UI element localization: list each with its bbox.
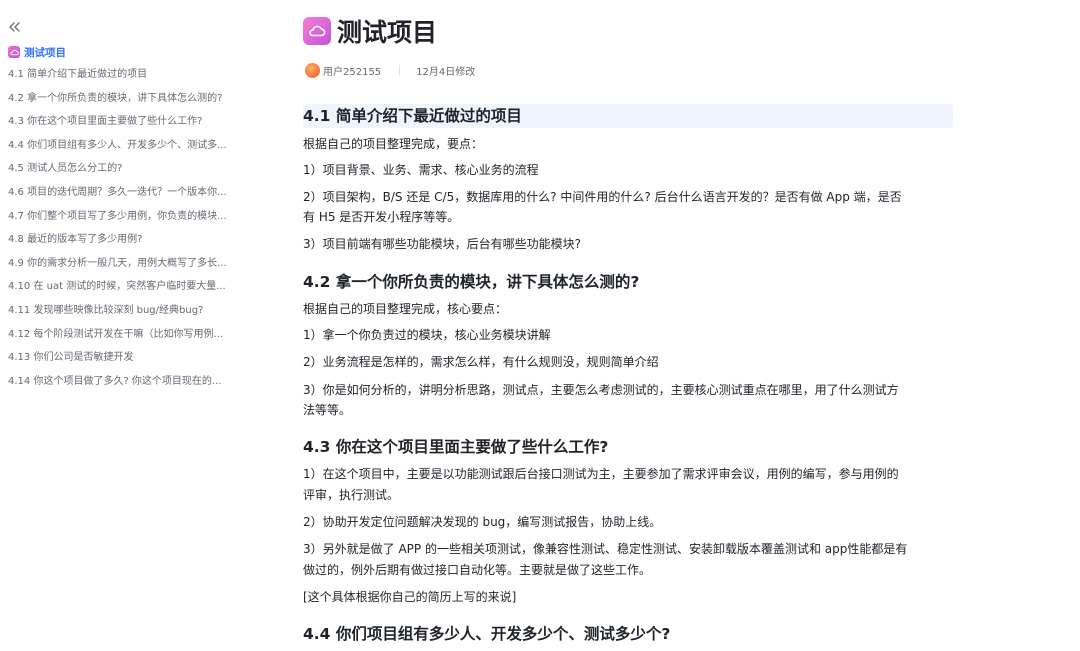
toc-item[interactable]: 4.1 简单介绍下最近做过的项目 [8,63,258,87]
toc-item[interactable]: 4.9 你的需求分析一般几天，用例大概写了多长... [8,252,258,276]
avatar[interactable] [305,62,320,78]
paragraph: 根据自己的项目整理完成，核心要点： [303,302,508,316]
toc-item[interactable]: 4.4 你们项目组有多少人、开发多少个、测试多... [8,134,258,158]
toc-item[interactable]: 4.8 最近的版本写了多少用例? [8,228,258,252]
heading-4-1: 4.1 简单介绍下最近做过的项目 [303,104,953,128]
toc-root-item[interactable]: 测试项目 [8,44,66,60]
heading-4-2: 4.2 拿一个你所负责的模块，讲下具体怎么测的? [303,273,640,291]
paragraph: 2）业务流程是怎样的，需求怎么样，有什么规则没，规则简单介绍 [303,355,659,369]
paragraph: 3）项目前端有哪些功能模块，后台有哪些功能模块? [303,237,582,251]
toc-item[interactable]: 4.14 你这个项目做了多久? 你这个项目现在的... [8,370,258,394]
paragraph: 根据自己的项目整理完成，要点： [303,137,484,151]
divider [399,65,401,75]
paragraph: 法等等。 [303,403,352,417]
toc-sidebar: 测试项目 4.1 简单介绍下最近做过的项目 4.2 拿一个你所负责的模块，讲下具… [0,0,262,651]
paragraph: 2）协助开发定位问题解决发现的 bug，编写测试报告，协助上线。 [303,515,662,529]
toc-item[interactable]: 4.2 拿一个你所负责的模块，讲下具体怎么测的? [8,87,258,111]
document-body: 测试项目 用户252155 12月4日修改 4.1 简单介绍下最近做过的项目 根… [303,0,953,651]
toc-list: 4.1 简单介绍下最近做过的项目 4.2 拿一个你所负责的模块，讲下具体怎么测的… [8,63,258,393]
paragraph: 1）拿一个你负责过的模块，核心业务模块讲解 [303,328,551,342]
paragraph: 1）项目背景、业务、需求、核心业务的流程 [303,163,539,177]
doc-meta: 用户252155 12月4日修改 [305,62,475,78]
heading-4-3: 4.3 你在这个项目里面主要做了些什么工作? [303,438,609,456]
page-title: 测试项目 [337,18,438,47]
cloud-icon [8,46,20,58]
author-name[interactable]: 用户252155 [323,63,381,78]
paragraph: [这个具体根据你自己的简历上写的来说] [303,590,517,604]
paragraph: 做过的，例外后期有做过接口自动化等。主要就是做了这些工作。 [303,563,652,577]
toc-item[interactable]: 4.3 你在这个项目里面主要做了些什么工作? [8,110,258,134]
cloud-icon[interactable] [303,17,331,45]
double-chevron-left-icon[interactable] [7,20,21,34]
toc-item[interactable]: 4.10 在 uat 测试的时候，突然客户临时要大量... [8,275,258,299]
toc-root-label: 测试项目 [24,46,66,59]
toc-item[interactable]: 4.7 你们整个项目写了多少用例，你负责的模块... [8,205,258,229]
toc-item[interactable]: 4.13 你们公司是否敏捷开发 [8,346,258,370]
paragraph: 评审，执行测试。 [303,488,400,502]
title-row: 测试项目 [303,14,437,48]
toc-item[interactable]: 4.11 发现哪些映像比较深刻 bug/经典bug? [8,299,258,323]
heading-4-4: 4.4 你们项目组有多少人、开发多少个、测试多少个? [303,625,671,643]
toc-item[interactable]: 4.6 项目的迭代周期？多久一迭代？一个版本你... [8,181,258,205]
toc-item[interactable]: 4.12 每个阶段测试开发在干嘛（比如你写用例... [8,323,258,347]
modified-time: 12月4日修改 [416,66,476,78]
paragraph: 有 H5 是否开发小程序等等。 [303,210,460,224]
toc-item[interactable]: 4.5 测试人员怎么分工的? [8,157,258,181]
